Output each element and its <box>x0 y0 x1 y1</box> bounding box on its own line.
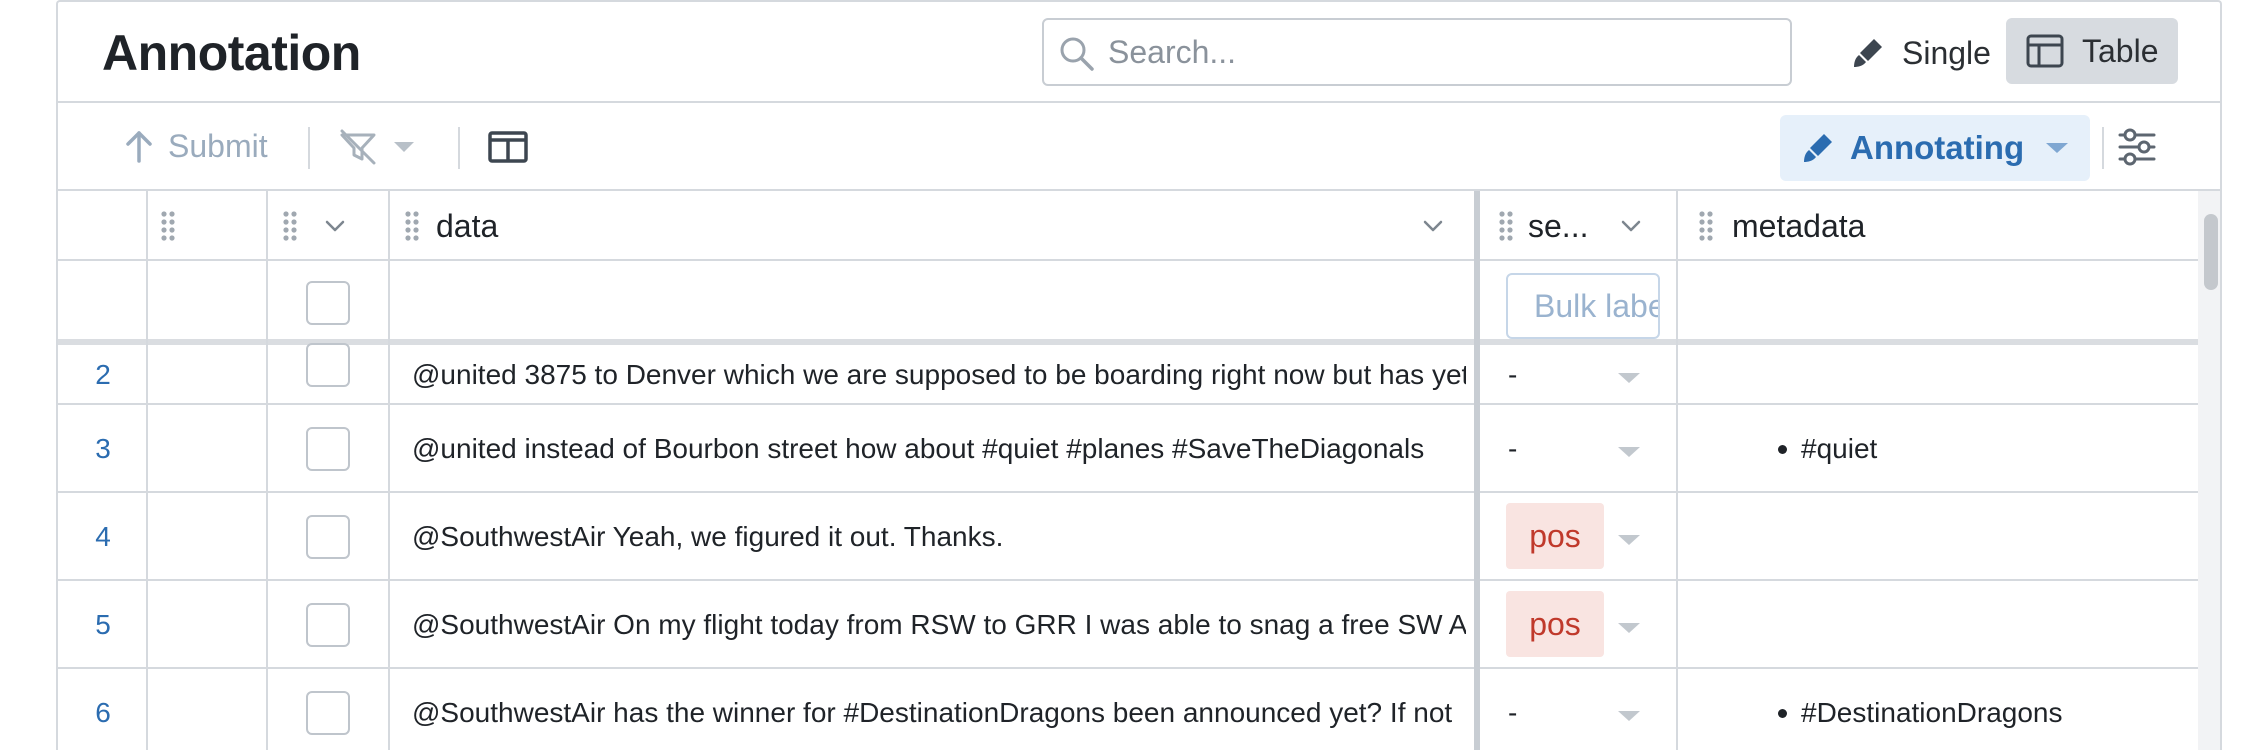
column-divider <box>146 191 148 750</box>
column-drag-handle[interactable] <box>160 191 176 261</box>
drag-handle-icon <box>283 211 297 241</box>
toolbar-divider <box>308 127 310 169</box>
toolbar-divider <box>2102 127 2104 169</box>
annotating-dropdown[interactable]: Annotating <box>1780 115 2090 181</box>
mode-table-button[interactable]: Table <box>2006 18 2178 84</box>
mode-table-label: Table <box>2082 32 2159 69</box>
search-input[interactable] <box>1108 30 1768 74</box>
submit-button[interactable]: Submit <box>124 121 268 171</box>
row-text[interactable]: @united instead of Bourbon street how ab… <box>412 433 1466 465</box>
bulk-label-button[interactable]: Bulk label <box>1506 273 1660 339</box>
label-dropdown-caret[interactable] <box>1618 535 1640 545</box>
row-number: 2 <box>95 359 111 390</box>
label-value[interactable]: - <box>1508 697 1517 729</box>
filter-off-icon <box>340 129 376 165</box>
data-column-label: data <box>436 207 499 244</box>
table-row[interactable]: 5 @SouthwestAir On my flight today from … <box>58 581 2198 669</box>
row-checkbox[interactable] <box>306 343 350 387</box>
data-column-header[interactable]: data <box>404 191 498 261</box>
brush-icon <box>1804 134 1832 162</box>
table-header-row: data se... metadata <box>58 191 2198 261</box>
table-row[interactable]: 2 @united 3875 to Denver which we are su… <box>58 343 2198 405</box>
scrollbar-thumb[interactable] <box>2204 214 2218 290</box>
metadata-column-header[interactable]: metadata <box>1698 191 1865 261</box>
metadata-column-label: metadata <box>1732 207 1866 244</box>
arrow-up-icon <box>126 131 152 163</box>
row-metadata: #DestinationDragons <box>1778 697 2063 729</box>
chevron-down-icon <box>2046 143 2069 153</box>
columns-layout-icon[interactable] <box>486 125 530 169</box>
label-value[interactable]: - <box>1508 359 1517 391</box>
row-number: 3 <box>95 433 111 464</box>
search-icon <box>1060 37 1094 71</box>
label-dropdown-caret[interactable] <box>1618 623 1640 633</box>
column-resize-handle[interactable] <box>1474 191 1480 750</box>
row-number: 5 <box>95 609 111 640</box>
table-row[interactable]: 6 @SouthwestAir has the winner for #Dest… <box>58 669 2198 750</box>
drag-handle-icon <box>1499 211 1513 241</box>
mode-single-label: Single <box>1902 34 1991 71</box>
table-row[interactable]: 3 @united instead of Bourbon street how … <box>58 405 2198 493</box>
row-checkbox[interactable] <box>306 691 350 735</box>
bullet-icon <box>1778 444 1787 454</box>
row-number: 6 <box>95 697 111 728</box>
sliders-icon[interactable] <box>2114 125 2160 169</box>
label-dropdown-caret[interactable] <box>1618 373 1640 383</box>
row-text[interactable]: @SouthwestAir Yeah, we figured it out. T… <box>412 521 1466 553</box>
row-checkbox[interactable] <box>306 603 350 647</box>
drag-handle-icon <box>161 211 175 241</box>
table-icon <box>2026 34 2064 68</box>
mode-single-button[interactable]: Single <box>1838 20 2003 86</box>
row-checkbox[interactable] <box>306 515 350 559</box>
column-divider <box>1676 191 1678 750</box>
table-row[interactable]: 4 @SouthwestAir Yeah, we figured it out.… <box>58 493 2198 581</box>
label-column-label: se... <box>1528 207 1589 244</box>
label-dropdown-caret[interactable] <box>1618 447 1640 457</box>
annotating-label: Annotating <box>1850 129 2025 166</box>
filter-button[interactable] <box>338 125 416 169</box>
submit-label: Submit <box>168 127 268 164</box>
brush-icon <box>1854 39 1882 67</box>
column-divider <box>266 191 268 750</box>
label-column-header[interactable]: se... <box>1498 191 1588 261</box>
column-divider <box>388 191 390 750</box>
chevron-down-icon <box>394 142 414 152</box>
chevron-down-icon[interactable] <box>324 219 346 233</box>
bulk-label-text: Bulk label <box>1534 287 1660 324</box>
toolbar-divider <box>458 127 460 169</box>
select-all-checkbox[interactable] <box>306 281 350 325</box>
bulk-action-row: Bulk label <box>58 261 2198 345</box>
label-badge[interactable]: pos <box>1506 591 1604 657</box>
header: Annotation Single Table <box>58 2 2220 103</box>
drag-handle-icon <box>405 211 419 241</box>
bullet-icon <box>1778 708 1787 718</box>
label-value[interactable]: - <box>1508 433 1517 465</box>
row-text[interactable]: @SouthwestAir On my flight today from RS… <box>412 609 1466 641</box>
row-text[interactable]: @SouthwestAir has the winner for #Destin… <box>412 697 1466 729</box>
annotation-panel: Annotation Single Table <box>56 0 2222 750</box>
page-title: Annotation <box>102 25 361 81</box>
row-checkbox[interactable] <box>306 427 350 471</box>
row-number: 4 <box>95 521 111 552</box>
row-text[interactable]: @united 3875 to Denver which we are supp… <box>412 359 1466 391</box>
row-metadata: #quiet <box>1778 433 1877 465</box>
search-box[interactable] <box>1042 18 1792 86</box>
toolbar: Submit Annotating <box>58 103 2220 191</box>
drag-handle-icon <box>1699 211 1713 241</box>
select-column-header[interactable] <box>282 191 346 261</box>
chevron-down-icon[interactable] <box>1422 219 1444 233</box>
chevron-down-icon[interactable] <box>1620 219 1642 233</box>
label-badge[interactable]: pos <box>1506 503 1604 569</box>
label-dropdown-caret[interactable] <box>1618 711 1640 721</box>
